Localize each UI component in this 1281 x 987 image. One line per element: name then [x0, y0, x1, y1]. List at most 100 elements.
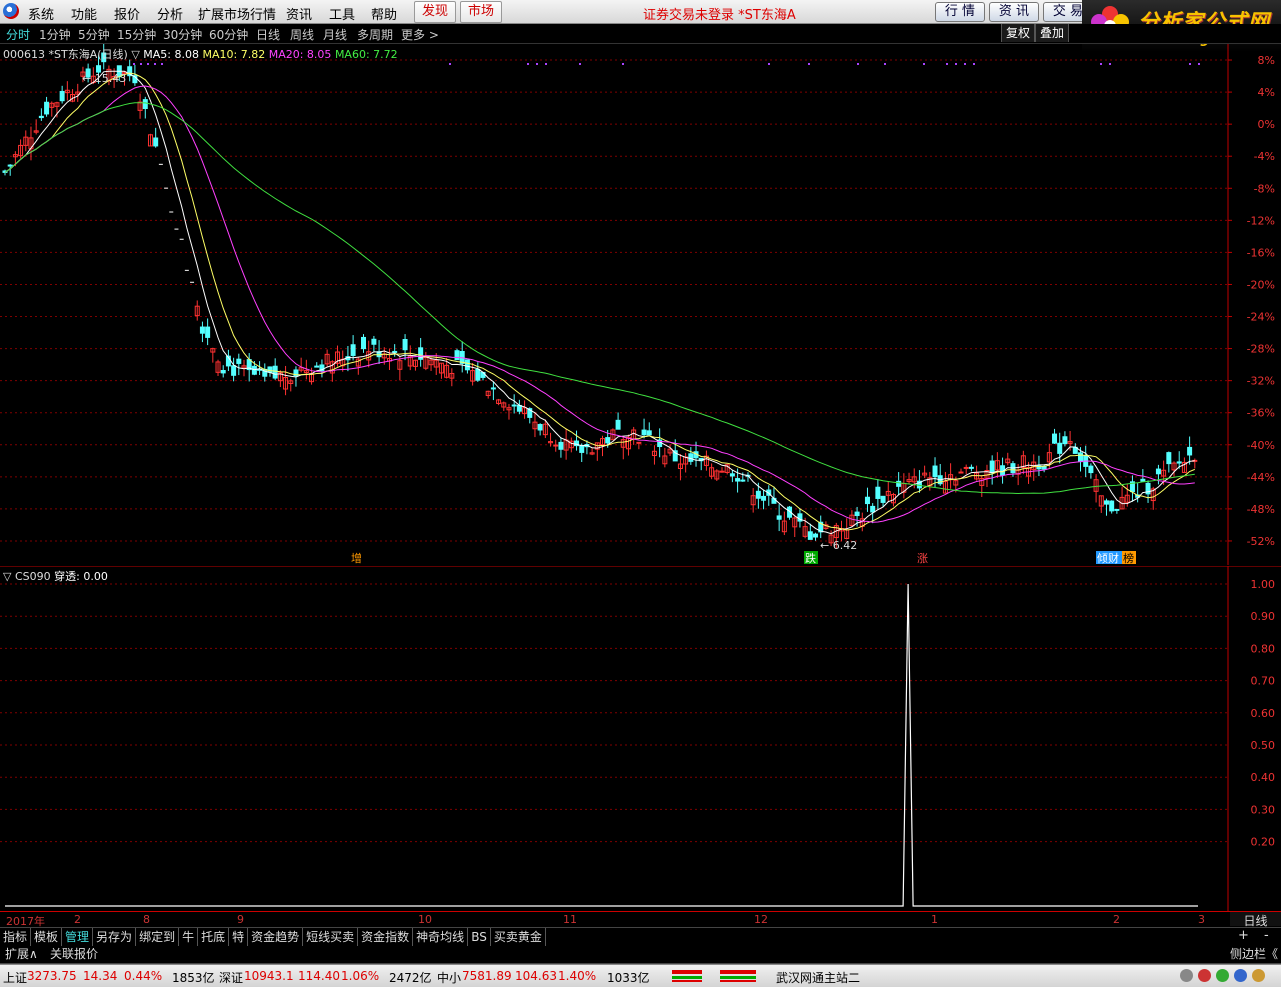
- candle-body: [864, 496, 870, 505]
- ind-tab-bull[interactable]: 牛: [179, 928, 199, 946]
- quote-button[interactable]: 行 情: [935, 2, 985, 22]
- ind-tab-gold[interactable]: 买卖黄金: [491, 928, 546, 946]
- signal-dot: [973, 63, 975, 65]
- indicator-value: 穿透: 0.00: [54, 570, 108, 583]
- server-name[interactable]: 武汉网通主站二: [776, 969, 860, 986]
- ind-tab-indicator[interactable]: 指标: [0, 928, 32, 946]
- period-daily[interactable]: 日线: [256, 26, 280, 43]
- ind-tab-fund-index[interactable]: 资金指数: [358, 928, 414, 946]
- ind-tab-manage[interactable]: 管理: [62, 928, 94, 946]
- indicator-chart[interactable]: ▽ CS090 穿透: 0.00 1.00 0.90 0.80 0.70 0.60 0.5…: [0, 565, 1281, 911]
- adjust-button[interactable]: 复权: [1001, 24, 1036, 42]
- candle-body: [641, 429, 647, 436]
- candle-body: [963, 466, 969, 469]
- signal-dot: [1198, 63, 1200, 65]
- candle-body: [350, 344, 356, 356]
- message-icon[interactable]: [1216, 969, 1229, 982]
- y-tick-label: -44%: [1247, 471, 1275, 484]
- candle-body: [220, 369, 226, 374]
- candle-body: [813, 533, 819, 538]
- info-icon[interactable]: [1234, 969, 1247, 982]
- signal-dot: [946, 63, 948, 65]
- settings-icon[interactable]: [1252, 969, 1265, 982]
- y-tick-label: -48%: [1247, 503, 1275, 516]
- menu-news[interactable]: 资讯: [286, 4, 312, 23]
- y-tick-label: -16%: [1247, 246, 1275, 259]
- menu-system[interactable]: 系统: [28, 4, 54, 23]
- y-tick-label: -52%: [1247, 535, 1275, 548]
- signal-dot: [527, 63, 529, 65]
- sh-value[interactable]: 3273.75: [27, 969, 77, 983]
- sidebar-toggle[interactable]: 侧边栏《: [1230, 946, 1278, 963]
- period-60min[interactable]: 60分钟: [209, 26, 248, 43]
- news-button[interactable]: 资 讯: [989, 2, 1039, 22]
- menu-tools[interactable]: 工具: [329, 4, 355, 23]
- candle-body: [7, 164, 13, 167]
- login-notice: 证券交易未登录 *ST东海A: [643, 8, 796, 23]
- legend-toggle-icon[interactable]: ▽: [131, 48, 139, 61]
- signal-dot: [964, 63, 966, 65]
- sz-value[interactable]: 10943.1: [244, 969, 294, 983]
- signal-dot: [1109, 63, 1111, 65]
- ind-tab-special[interactable]: 特: [229, 928, 249, 946]
- ind-tab-bs[interactable]: BS: [468, 928, 491, 946]
- candle-body: [776, 515, 782, 520]
- candle-body: [989, 460, 995, 474]
- ind-tab-bind[interactable]: 绑定到: [136, 928, 180, 946]
- ma10-legend: MA10: 7.82: [202, 48, 266, 61]
- related-quote-button[interactable]: 关联报价: [50, 946, 98, 963]
- period-more[interactable]: 更多 >: [401, 26, 439, 43]
- period-5min[interactable]: 5分钟: [78, 26, 110, 43]
- ind-tab-saveas[interactable]: 另存为: [93, 928, 137, 946]
- menu-quote[interactable]: 报价: [114, 4, 140, 23]
- period-15min[interactable]: 15分钟: [117, 26, 156, 43]
- candle-body: [729, 473, 735, 477]
- remove-indicator-button[interactable]: -: [1264, 928, 1269, 943]
- add-indicator-button[interactable]: +: [1238, 928, 1249, 943]
- x-label-oct: 10: [418, 913, 432, 926]
- signal-dot: [154, 63, 156, 65]
- ma60-line: [4, 102, 1195, 495]
- period-timeshare[interactable]: 分时: [6, 26, 30, 43]
- ma20-legend: MA20: 8.05: [268, 48, 332, 61]
- sub-y-tick-label: 0.80: [1251, 642, 1276, 655]
- candle-body: [1088, 465, 1094, 474]
- candle-body: [314, 365, 320, 368]
- period-unit[interactable]: 日线: [1230, 912, 1281, 928]
- period-monthly[interactable]: 月线: [323, 26, 347, 43]
- candle-body: [615, 419, 621, 430]
- x-label-aug: 8: [143, 913, 150, 926]
- ind-tab-template[interactable]: 模板: [31, 928, 63, 946]
- period-30min[interactable]: 30分钟: [163, 26, 202, 43]
- period-weekly[interactable]: 周线: [290, 26, 314, 43]
- menu-function[interactable]: 功能: [71, 4, 97, 23]
- event-label: 倾财: [1097, 551, 1119, 565]
- period-multi[interactable]: 多周期: [357, 26, 393, 43]
- ind-tab-short-trade[interactable]: 短线买卖: [303, 928, 359, 946]
- menu-help[interactable]: 帮助: [371, 4, 397, 23]
- sz-percent: 1.06%: [341, 969, 380, 983]
- network-icon[interactable]: [1180, 969, 1193, 982]
- main-legend: 000613 *ST东海A(日线) ▽ MA5: 8.08 MA10: 7.82…: [3, 46, 398, 62]
- event-label: 增: [351, 551, 362, 565]
- sh-amount: 1853亿: [172, 971, 215, 985]
- x-label-feb2: 2: [1113, 913, 1120, 926]
- tab-discover[interactable]: 发现: [414, 1, 457, 23]
- ind-tab-support[interactable]: 托底: [198, 928, 230, 946]
- sub-y-tick-label: 0.30: [1251, 803, 1276, 816]
- period-1min[interactable]: 1分钟: [39, 26, 71, 43]
- sub-toggle-icon[interactable]: ▽: [3, 570, 11, 583]
- ind-tab-magic-ma[interactable]: 神奇均线: [413, 928, 469, 946]
- menu-ext-market[interactable]: 扩展市场行情: [198, 4, 276, 23]
- extension-toggle[interactable]: 扩展∧: [5, 946, 38, 963]
- ind-tab-fund-trend[interactable]: 资金趋势: [248, 928, 304, 946]
- overlay-button[interactable]: 叠加: [1035, 24, 1070, 42]
- zx-value[interactable]: 7581.89: [462, 969, 512, 983]
- alert-icon[interactable]: [1198, 969, 1211, 982]
- main-kline-chart[interactable]: 000613 *ST东海A(日线) ▽ MA5: 8.08 MA10: 7.82…: [0, 44, 1281, 565]
- sub-y-tick-label: 0.70: [1251, 675, 1276, 688]
- tab-market[interactable]: 市场: [460, 1, 503, 23]
- zx-amount: 1033亿: [607, 971, 650, 985]
- menu-analysis[interactable]: 分析: [157, 4, 183, 23]
- y-tick-label: 8%: [1258, 54, 1275, 67]
